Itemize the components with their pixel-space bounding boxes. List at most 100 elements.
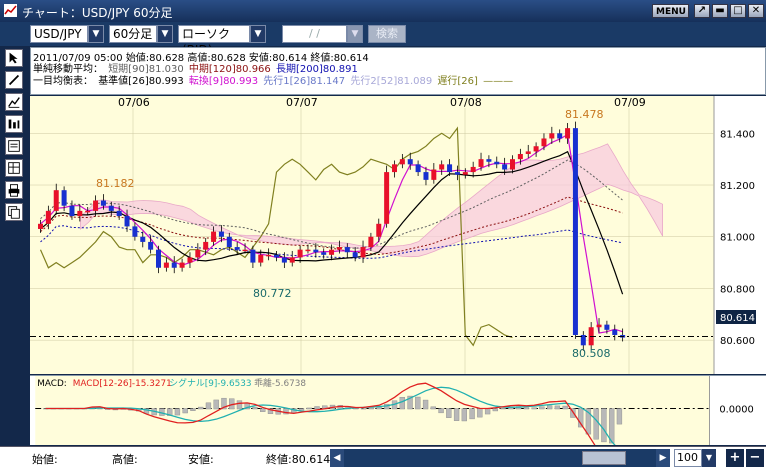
detach-icon[interactable]: ↗	[694, 4, 710, 18]
candle-body	[203, 241, 209, 250]
menu-button[interactable]: MENU ▾	[652, 4, 689, 31]
candle-body	[612, 329, 618, 335]
candle-body	[38, 223, 43, 229]
candle-body	[313, 249, 319, 253]
zoom-out-icon[interactable]: −	[746, 449, 764, 467]
minimize-icon[interactable]: ▬	[712, 4, 728, 18]
candle-body	[541, 138, 547, 147]
candle-body	[565, 128, 571, 139]
chart-type-dropdown-icon[interactable]: ▼	[250, 25, 266, 43]
divergence-bar	[174, 408, 181, 416]
macd-panel[interactable]: MACD: MACD[12-26]-15.3271 シグナル[9]-9.6533…	[30, 375, 766, 445]
candle-body	[266, 254, 272, 257]
candle-body	[195, 249, 201, 258]
candle-body	[517, 153, 523, 160]
divergence-bar	[539, 406, 545, 410]
divergence-bar	[616, 408, 623, 425]
divergence-bar	[306, 407, 312, 410]
divergence-bar	[469, 408, 475, 420]
divergence-bar	[593, 408, 599, 440]
zoom-in-icon[interactable]: +	[726, 449, 744, 467]
divergence-bar	[446, 408, 452, 418]
tenkan-value: 転換[9]80.993	[188, 76, 259, 87]
scroll-right-icon[interactable]: ▶	[656, 449, 670, 467]
candle-body	[510, 159, 515, 170]
annotation-low-1: 80.772	[253, 287, 292, 300]
candle-body	[384, 172, 390, 224]
candle-body	[242, 249, 248, 252]
senko2-value: 先行2[52]81.089	[350, 76, 433, 87]
pair-select[interactable]: USD/JPY	[30, 25, 88, 43]
candle-body	[305, 249, 311, 252]
ichimoku-label: 一目均衡表：	[33, 76, 93, 87]
candle-body	[494, 161, 500, 165]
timeframe-select[interactable]: 60分足	[109, 25, 157, 43]
toolbar: USD/JPY ▼ 60分足 ▼ ローソク(BID) ▼ / / ▼ 検索	[0, 22, 766, 57]
annotation-low-2: 80.508	[572, 347, 611, 360]
divergence-bar	[360, 408, 367, 410]
date-input[interactable]: / /	[282, 25, 347, 43]
candle-body	[234, 247, 240, 250]
pencil-icon[interactable]	[5, 71, 23, 89]
candle-body	[604, 324, 610, 330]
y-tick-label: 80.600	[720, 336, 755, 347]
macd-label: MACD:	[37, 379, 67, 389]
search-button[interactable]: 検索	[368, 25, 406, 43]
divergence-bar	[415, 396, 421, 410]
candle-body	[258, 254, 264, 263]
candle-body	[376, 223, 382, 237]
candle-body	[100, 200, 106, 206]
divergence-bar	[477, 408, 483, 418]
candle-body	[557, 133, 563, 139]
timeframe-dropdown-icon[interactable]: ▼	[157, 25, 173, 43]
divergence-bar	[368, 407, 374, 410]
pair-dropdown-icon[interactable]: ▼	[88, 25, 104, 43]
chart-scrollbar[interactable]: ◀ ▶	[330, 449, 670, 467]
zoom-dropdown-icon[interactable]: ▼	[702, 449, 716, 467]
x-tick-label: 07/09	[614, 96, 646, 109]
candle-body	[61, 190, 67, 206]
print-icon[interactable]	[5, 181, 23, 199]
divergence-bar	[252, 406, 258, 410]
candle-body	[69, 205, 75, 217]
chart-app-icon	[4, 4, 17, 17]
close-icon[interactable]: ✕	[748, 4, 764, 18]
trendline-icon[interactable]	[5, 93, 23, 111]
candle-body	[156, 249, 161, 268]
maximize-icon[interactable]: □	[730, 4, 746, 18]
list-icon[interactable]	[5, 137, 23, 155]
cursor-icon[interactable]	[5, 49, 23, 67]
candle-body	[124, 216, 130, 227]
info-panel: 2011/07/09 05:00 始値:80.628 高値:80.628 安値:…	[30, 47, 766, 95]
candle-body	[93, 200, 99, 211]
indicator-icon[interactable]	[5, 115, 23, 133]
candle-body	[423, 172, 429, 180]
candle-body	[116, 210, 122, 217]
divergence-bar	[500, 408, 506, 410]
title-bar: チャート：USD/JPY 60分足 MENU ▾ ↗ ▬ □ ✕	[0, 0, 766, 31]
candle-body	[163, 262, 169, 268]
divergence-bar	[236, 400, 243, 410]
candle-body	[533, 146, 539, 152]
candle-body	[140, 236, 146, 242]
scroll-left-icon[interactable]: ◀	[330, 449, 344, 467]
annotation-high-1: 81.182	[96, 177, 135, 190]
senko1-value: 先行1[26]81.147	[263, 76, 346, 87]
kijun-value: 基準値[26]80.993	[98, 76, 184, 87]
copy-icon[interactable]	[5, 203, 23, 221]
candle-body	[399, 159, 405, 165]
table-icon[interactable]	[5, 159, 23, 177]
price-chart[interactable]: 81.400 81.200 81.000 80.800 80.600 07/06 07/0…	[30, 96, 766, 374]
divergence-bar	[260, 408, 266, 412]
divergence-bar	[213, 399, 219, 410]
candle-body	[336, 247, 342, 250]
candle-body	[407, 159, 413, 165]
date-dropdown-icon[interactable]: ▼	[347, 25, 363, 43]
divergence-bar	[453, 408, 460, 421]
scroll-thumb[interactable]	[582, 451, 626, 465]
candle-body	[297, 249, 303, 258]
chart-type-select[interactable]: ローソク(BID)	[178, 25, 250, 57]
divergence-bar	[531, 407, 537, 410]
zoom-select[interactable]: 100	[674, 449, 702, 467]
divergence-bar	[492, 408, 499, 412]
